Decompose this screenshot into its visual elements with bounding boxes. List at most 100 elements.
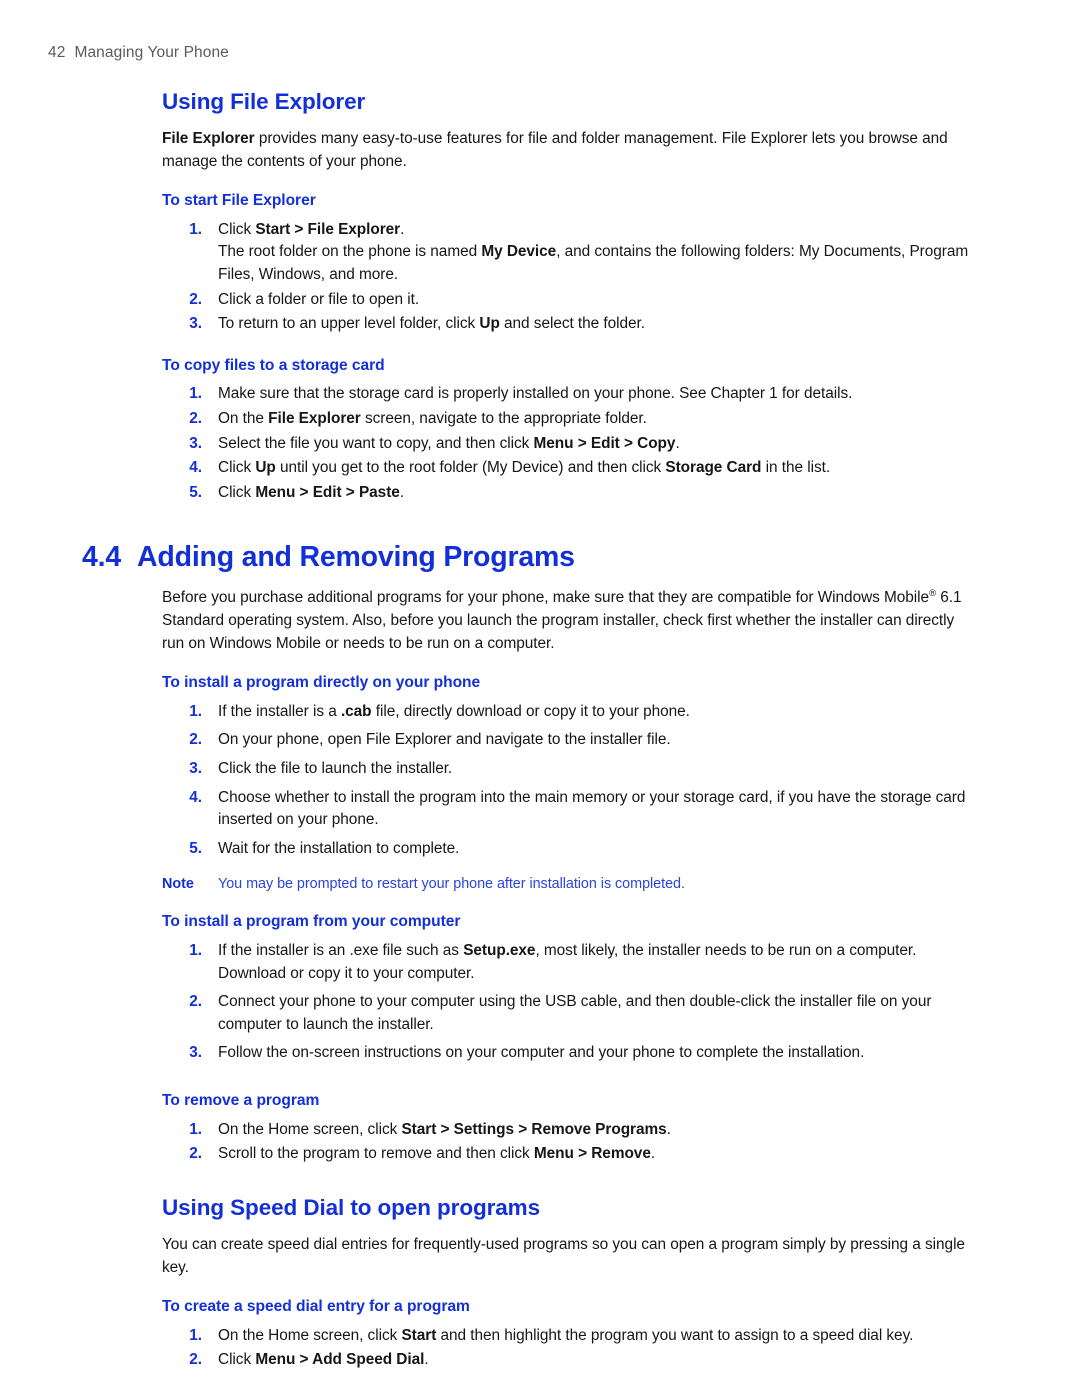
bold-run: Setup.exe [463,941,536,959]
list-item-text: On your phone, open File Explorer and na… [218,731,671,748]
list-item: 4. Click Up until you get to the root fol… [162,457,974,480]
list-item-text: On the Home screen, click Start and then… [218,1327,913,1344]
term-file-explorer: File Explorer [162,130,255,147]
text-run: On the Home screen, click [218,1326,402,1344]
list-item-text: To return to an upper level folder, clic… [218,315,645,332]
text-run: Connect your phone to your computer usin… [218,993,932,1033]
bold-run: Menu > Add Speed Dial [255,1351,425,1369]
paragraph-file-explorer-intro-rest: provides many easy-to-use features for f… [162,130,948,170]
list-item-number: 1. [189,1120,202,1138]
list-create-speed-dial: 1. On the Home screen, click Start and th… [162,1325,974,1372]
bold-run: Menu > Remove [533,1145,651,1163]
heading-to-start-file-explorer: To start File Explorer [162,192,316,210]
list-item: 3. Click the file to launch the installer… [162,758,974,781]
text-run: Choose whether to install the program in… [218,788,966,829]
text-run: . [424,1351,429,1369]
bold-run: Up [479,315,500,333]
text-run: . [666,1120,671,1138]
bold-run: Menu > Edit > Paste [255,484,400,502]
heading-install-from-computer: To install a program from your computer [162,913,461,931]
list-item-text: Click Menu > Add Speed Dial. [218,1351,429,1368]
paragraph-section-4-4-intro: Before you purchase additional programs … [162,587,974,655]
bold-run: File Explorer [268,410,361,428]
page-content: Using File Explorer File Explorer provid… [82,88,974,1374]
paragraph-file-explorer-intro: File Explorer provides many easy-to-use … [162,128,974,173]
list-item-text: Click Start > File Explorer. [218,221,404,238]
text-run: and then highlight the program you want … [436,1326,914,1344]
intro-before-reg: Before you purchase additional programs … [162,589,930,607]
list-item-number: 1. [189,220,202,238]
list-item-text: Make sure that the storage card is prope… [218,385,852,402]
text-run: . [400,220,405,238]
list-item: 1. If the installer is an .exe file such … [162,940,974,985]
list-item: 4. Choose whether to install the program … [162,787,974,832]
list-item-number: 4. [189,459,202,477]
list-item-number: 2. [189,993,202,1011]
list-item-text: Connect your phone to your computer usin… [218,993,931,1033]
list-item-text: Choose whether to install the program in… [218,789,965,829]
list-item: 1. Click Start > File Explorer. The root f… [162,219,974,287]
list-item-text: Click Up until you get to the root folde… [218,459,830,476]
text-run: and select the folder. [499,315,645,333]
text-run: Click [218,1351,256,1369]
manual-page: 42 Managing Your Phone Using File Explore… [0,0,1080,1397]
list-item-text: Wait for the installation to complete. [218,840,459,857]
list-item: 1. On the Home screen, click Start and th… [162,1325,974,1348]
list-item-text: Follow the on-screen instructions on you… [218,1044,864,1061]
heading-to-copy-files-to-storage-card: To copy files to a storage card [162,356,385,374]
text-run: Click [218,484,256,502]
list-item-text: On the File Explorer screen, navigate to… [218,410,647,427]
note-label: Note [162,875,194,892]
list-item: 2. On the File Explorer screen, navigate … [162,408,974,431]
paragraph-speed-dial-intro: You can create speed dial entries for fr… [162,1235,965,1276]
bold-run: .cab [340,702,372,720]
text-run: If the installer is a [218,702,341,720]
bold-run: My Device [481,243,557,261]
section-number: 4.4 [82,540,122,573]
text-run: The root folder on the phone is named [218,243,482,261]
heading-section-4-4: 4.4 Adding and Removing Programs [82,541,974,575]
list-item-number: 2. [189,290,202,308]
list-item: 5. Click Menu > Edit > Paste. [162,482,974,505]
text-run: Select the file you want to copy, and th… [218,434,534,452]
list-item-number: 2. [189,1145,202,1163]
text-run: . [399,484,405,502]
list-item-number: 3. [189,315,202,333]
list-item-number: 4. [189,788,202,806]
text-run: Follow the on-screen instructions on you… [218,1044,865,1062]
bold-run: Up [255,459,276,477]
list-start-file-explorer: 1. Click Start > File Explorer. The root f… [162,219,974,336]
text-run: until you get to the root folder (My Dev… [275,459,666,477]
list-item-number: 5. [189,839,202,857]
list-item: 3. To return to an upper level folder, cl… [162,313,974,336]
note-text: You may be prompted to restart your phon… [218,875,685,892]
list-item-text: Scroll to the program to remove and then… [218,1145,655,1162]
text-run: in the list. [761,459,831,477]
text-run: . [650,1145,656,1163]
heading-install-directly-on-phone: To install a program directly on your ph… [162,674,481,692]
bold-run: Start > Settings > Remove Programs [401,1120,667,1138]
list-item: 5. Wait for the installation to complete. [162,838,974,861]
list-item-text: If the installer is a .cab file, directl… [218,703,690,720]
registered-mark-icon: ® [929,588,937,600]
bold-run: Start [401,1326,437,1344]
note-restart-phone: Note You may be prompted to restart your … [162,874,974,895]
list-copy-to-storage: 1. Make sure that the storage card is pro… [162,383,974,504]
text-run: If the installer is an .exe file such as [218,941,464,959]
list-item: 2. Scroll to the program to remove and th… [162,1143,974,1166]
text-run: On your phone, open File Explorer and na… [218,731,671,749]
chapter-title: Managing Your Phone [74,44,229,61]
list-item-number: 2. [189,1351,202,1369]
text-run: Click [218,220,256,238]
list-item-number: 2. [189,731,202,749]
text-run: On the Home screen, click [218,1120,402,1138]
text-run: To return to an upper level folder, clic… [218,315,480,333]
list-item-number: 3. [189,759,202,777]
list-item: 2. Connect your phone to your computer us… [162,991,974,1036]
list-item-text: Select the file you want to copy, and th… [218,435,680,452]
bold-run: Start > File Explorer [255,220,401,238]
list-item-text: Click the file to launch the installer. [218,760,452,777]
list-remove-program: 1. On the Home screen, click Start > Sett… [162,1119,974,1166]
heading-using-speed-dial: Using Speed Dial to open programs [162,1194,541,1220]
list-item-text: On the Home screen, click Start > Settin… [218,1121,671,1138]
